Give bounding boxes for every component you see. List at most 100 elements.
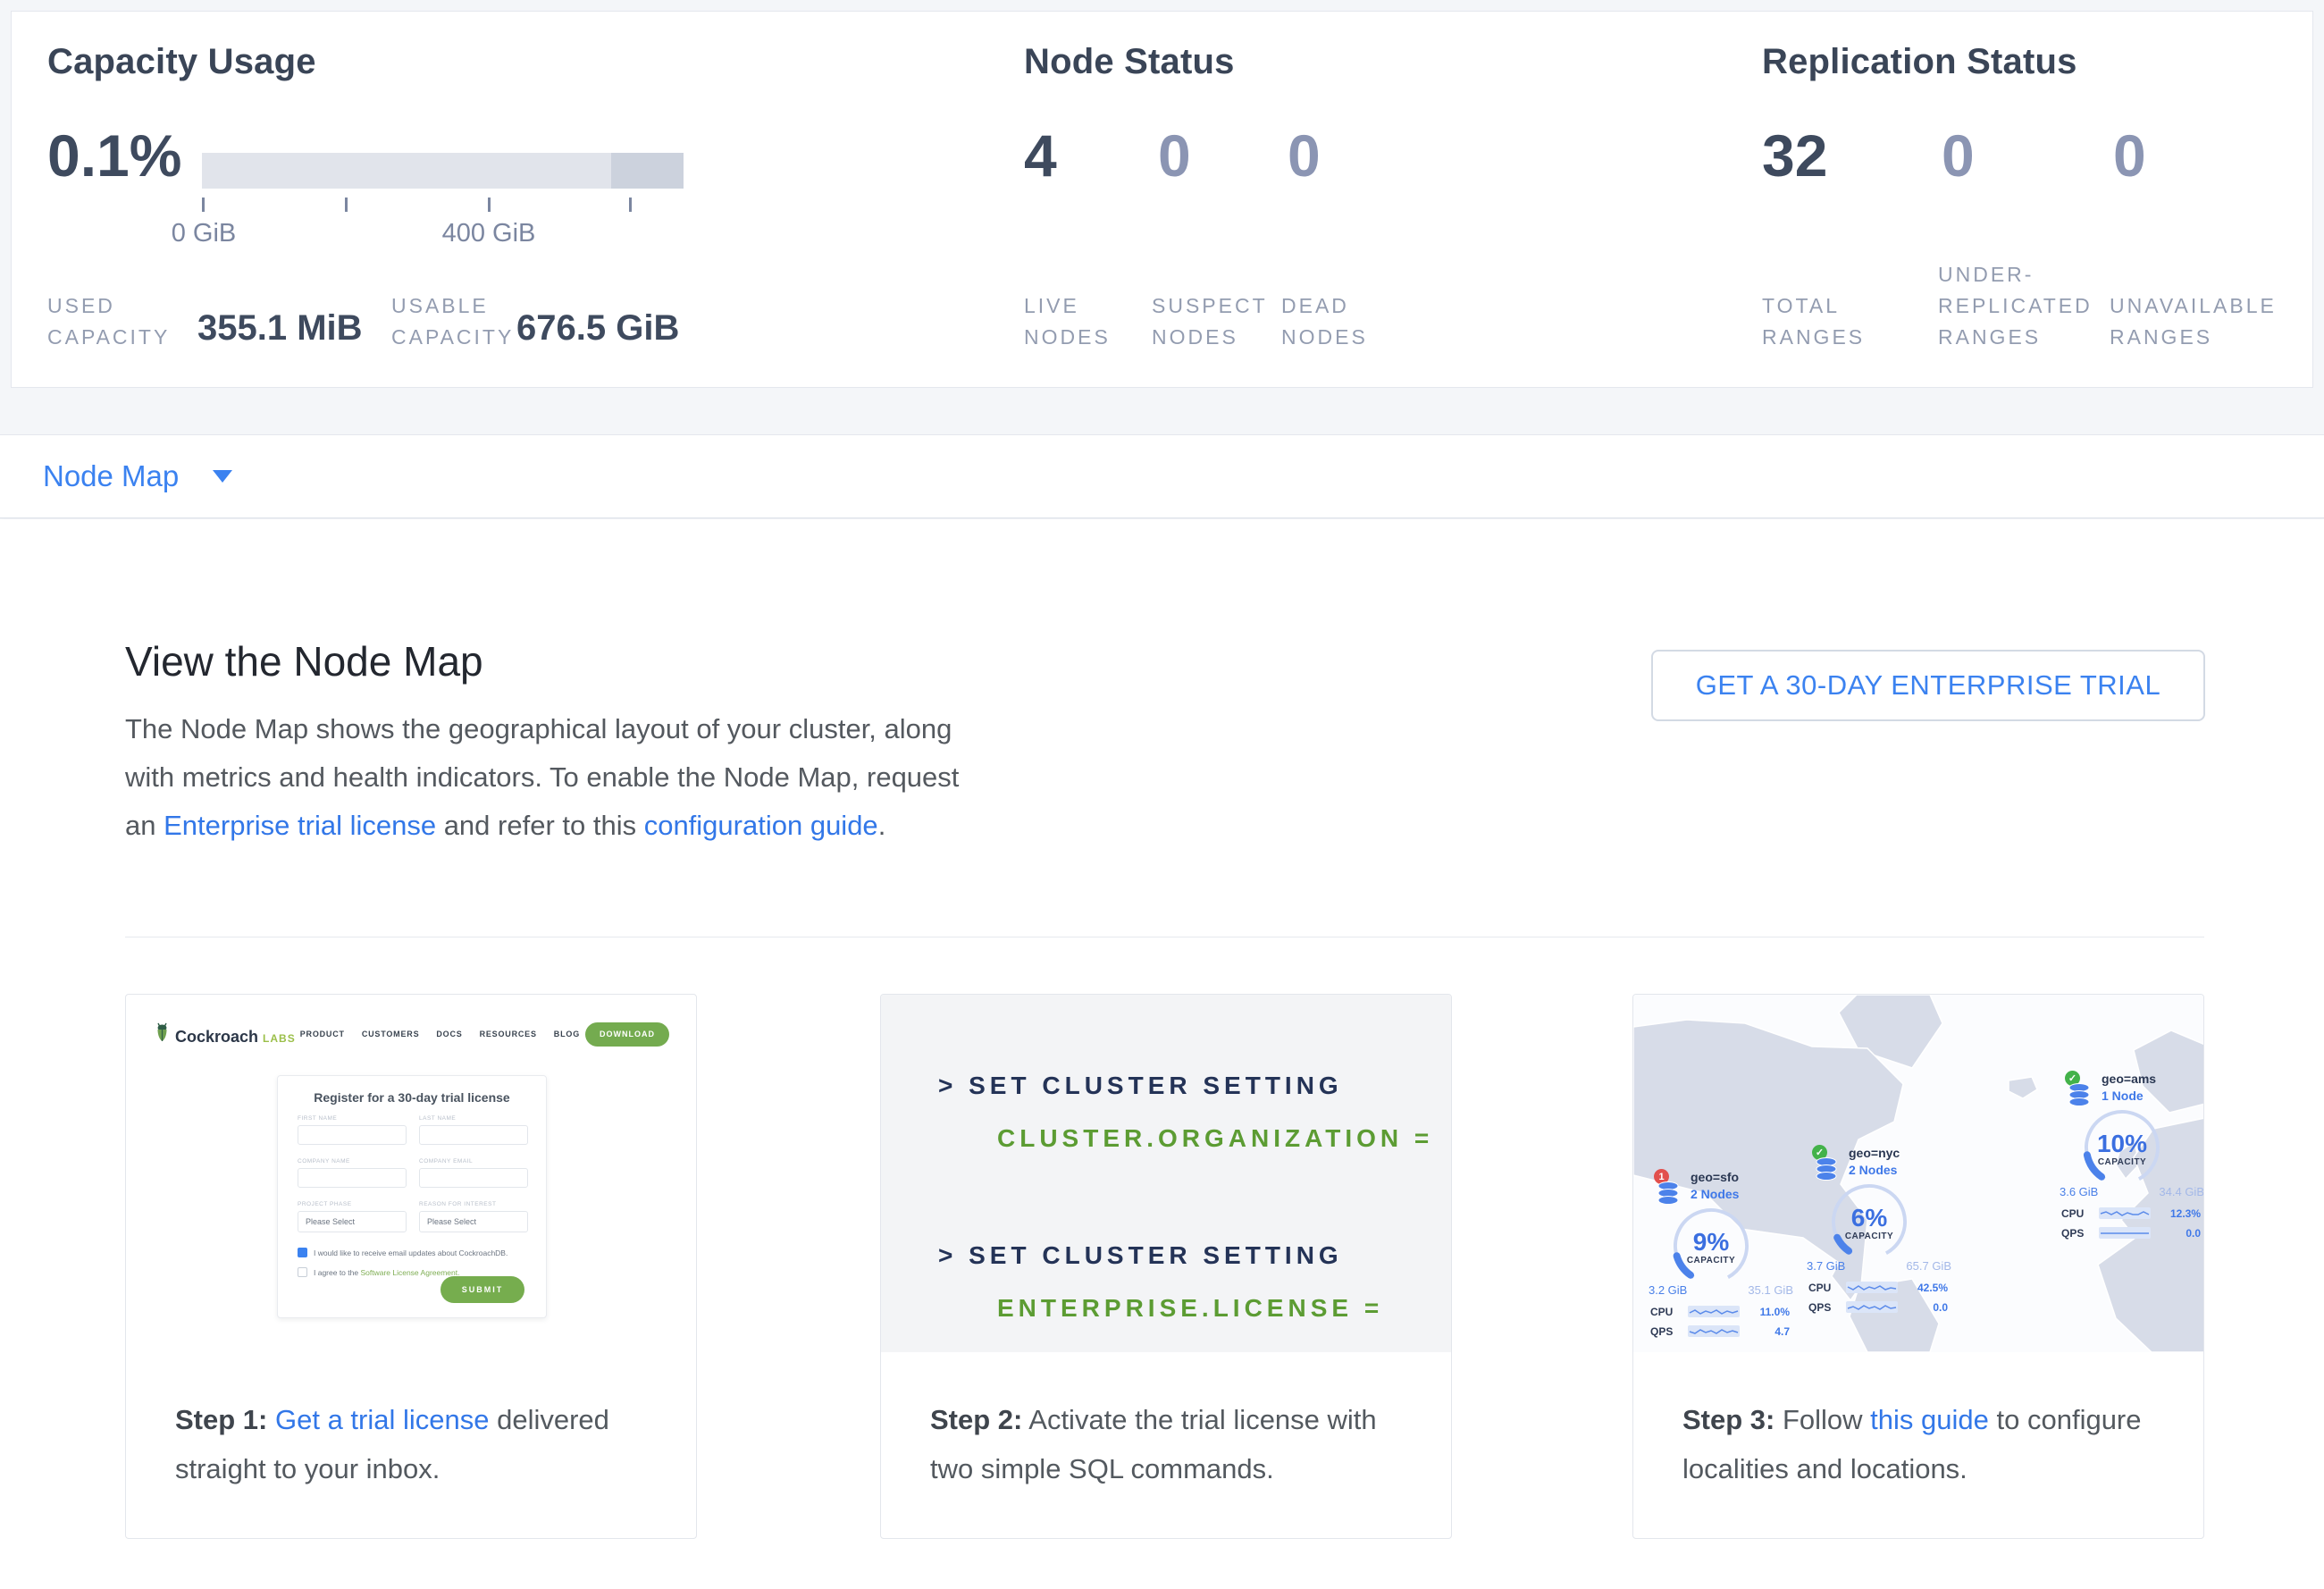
company-email-input [419,1168,528,1188]
qps-label: QPS [1650,1325,1673,1338]
suspect-nodes-label: SUSPECT NODES [1152,290,1281,353]
capacity-percent: 6% [1825,1204,1914,1232]
capacity-axis-tick [488,198,491,212]
nav-item-customers: CUSTOMERS [362,1030,420,1038]
replication-status-title: Replication Status [1762,42,2077,82]
step-1-label: Step 1: [175,1404,267,1435]
page-title: View the Node Map [125,637,483,685]
node-map-description: The Node Map shows the geographical layo… [125,705,992,850]
step-3-caption: Step 3: Follow this guide to configure l… [1682,1395,2169,1493]
get-enterprise-trial-button[interactable]: GET A 30-DAY ENTERPRISE TRIAL [1651,650,2205,721]
software-license-agreement-link: Software License Agreement. [360,1268,459,1277]
locality-node-count: 1 Node [2102,1089,2144,1103]
caption-text: Follow [1774,1404,1870,1435]
configuration-guide-link[interactable]: configuration guide [644,810,878,841]
cpu-label: CPU [1650,1306,1673,1318]
total-gib: 65.7 GiB [1882,1259,1951,1273]
dead-nodes-count: 0 [1288,126,1321,185]
capacity-percent: 9% [1666,1228,1756,1257]
mini-site-navbar: Cockroach LABS PRODUCT CUSTOMERS DOCS RE… [142,1011,682,1057]
live-nodes-label: LIVE NODES [1024,290,1140,353]
mini-site-nav-links: PRODUCT CUSTOMERS DOCS RESOURCES BLOG [300,1030,580,1038]
cpu-label: CPU [1808,1282,1831,1294]
qps-value: 0.0 [1933,1301,1948,1314]
node-map-placeholder-section: View the Node Map The Node Map shows the… [0,519,2324,1589]
enterprise-trial-license-link[interactable]: Enterprise trial license [164,810,436,841]
total-ranges-count: 32 [1762,126,1827,185]
capacity-percent: 10% [2077,1130,2167,1158]
total-gib: 35.1 GiB [1724,1283,1793,1297]
locality-name: geo=sfo [1691,1170,1739,1184]
caption-text [267,1404,275,1435]
cpu-sparkline [1846,1282,1898,1293]
capacity-axis-label-0: 0 GiB [172,219,237,248]
under-replicated-ranges-count: 0 [1942,126,1975,185]
cpu-sparkline [1688,1306,1740,1317]
usable-capacity-value: 676.5 GiB [516,308,679,349]
reason-for-interest-label: REASON FOR INTEREST [419,1201,496,1207]
license-agreement-checkbox [298,1267,307,1277]
live-nodes-count: 4 [1024,126,1057,185]
capacity-axis-tick [629,198,632,212]
get-trial-license-link[interactable]: Get a trial license [275,1404,490,1435]
registration-site-screenshot: Cockroach LABS PRODUCT CUSTOMERS DOCS RE… [142,1011,682,1340]
company-name-input [298,1168,407,1188]
used-capacity-value: 355.1 MiB [197,308,363,349]
first-name-input [298,1125,407,1145]
step-2-label: Step 2: [930,1404,1022,1435]
locality-node-count: 2 Nodes [1691,1187,1739,1201]
cpu-sparkline [2099,1207,2151,1219]
qps-label: QPS [1808,1301,1831,1314]
total-gib: 34.4 GiB [2135,1185,2204,1198]
cpu-value: 42.5% [1917,1282,1948,1294]
email-updates-checkbox [298,1248,307,1257]
cpu-label: CPU [2061,1207,2084,1220]
nav-item-resources: RESOURCES [480,1030,537,1038]
view-selector-bar: Node Map [0,434,2324,518]
reason-for-interest-select: Please Select [419,1211,528,1232]
nav-item-docs: DOCS [436,1030,462,1038]
enterprise-license-line: ENTERPRISE.LICENSE = [997,1294,1383,1323]
capacity-bar-reserved-segment [611,153,684,189]
dead-nodes-label: DEAD NODES [1281,290,1397,353]
chevron-down-icon[interactable] [213,470,232,483]
cluster-summary-panel: Capacity Usage 0.1% 0 GiB 400 GiB USED C… [11,11,2313,388]
suspect-nodes-count: 0 [1158,126,1191,185]
cpu-value: 11.0% [1760,1306,1790,1318]
brand-name: Cockroach [175,1028,258,1047]
step-1-card: Cockroach LABS PRODUCT CUSTOMERS DOCS RE… [125,994,697,1539]
capacity-usage-percent: 0.1% [47,126,181,185]
node-map-dropdown[interactable]: Node Map [43,459,179,493]
node-status-title: Node Status [1024,42,1235,82]
project-phase-label: PROJECT PHASE [298,1201,352,1207]
capacity-bar-available-segment [202,153,611,189]
capacity-label: CAPACITY [2077,1157,2167,1167]
capacity-label: CAPACITY [1666,1256,1756,1265]
capacity-axis-label-400: 400 GiB [442,219,536,248]
trial-license-form: Register for a 30-day trial license FIRS… [277,1075,547,1318]
total-ranges-label: TOTAL RANGES [1762,290,1900,353]
cpu-value: 12.3% [2170,1207,2201,1220]
this-guide-link[interactable]: this guide [1870,1404,1989,1435]
capacity-label: CAPACITY [1825,1232,1914,1241]
first-name-label: FIRST NAME [298,1115,337,1122]
locality-name: geo=ams [2102,1072,2156,1086]
step-2-caption: Step 2: Activate the trial license with … [930,1395,1417,1493]
license-agreement-text: I agree to the Software License Agreemen… [314,1268,460,1277]
step-3-card: 1 geo=sfo 2 Nodes 9% CAPACITY 3.2 GiB 35… [1632,994,2204,1539]
brand-suffix: LABS [263,1032,296,1045]
used-gib: 3.6 GiB [2060,1185,2098,1198]
capacity-usage-bar: 0 GiB 400 GiB [202,153,684,189]
set-cluster-setting-line: > SET CLUSTER SETTING [938,1072,1343,1100]
qps-sparkline [1688,1325,1740,1337]
unavailable-ranges-count: 0 [2113,126,2146,185]
qps-label: QPS [2061,1227,2084,1240]
nav-item-product: PRODUCT [300,1030,345,1038]
capacity-axis-tick [202,198,205,212]
set-cluster-setting-line: > SET CLUSTER SETTING [938,1241,1343,1270]
step-2-card: > SET CLUSTER SETTING CLUSTER.ORGANIZATI… [880,994,1452,1539]
capacity-axis-tick [345,198,348,212]
locality-node-count: 2 Nodes [1849,1163,1897,1177]
step-3-label: Step 3: [1682,1404,1774,1435]
project-phase-select: Please Select [298,1211,407,1232]
